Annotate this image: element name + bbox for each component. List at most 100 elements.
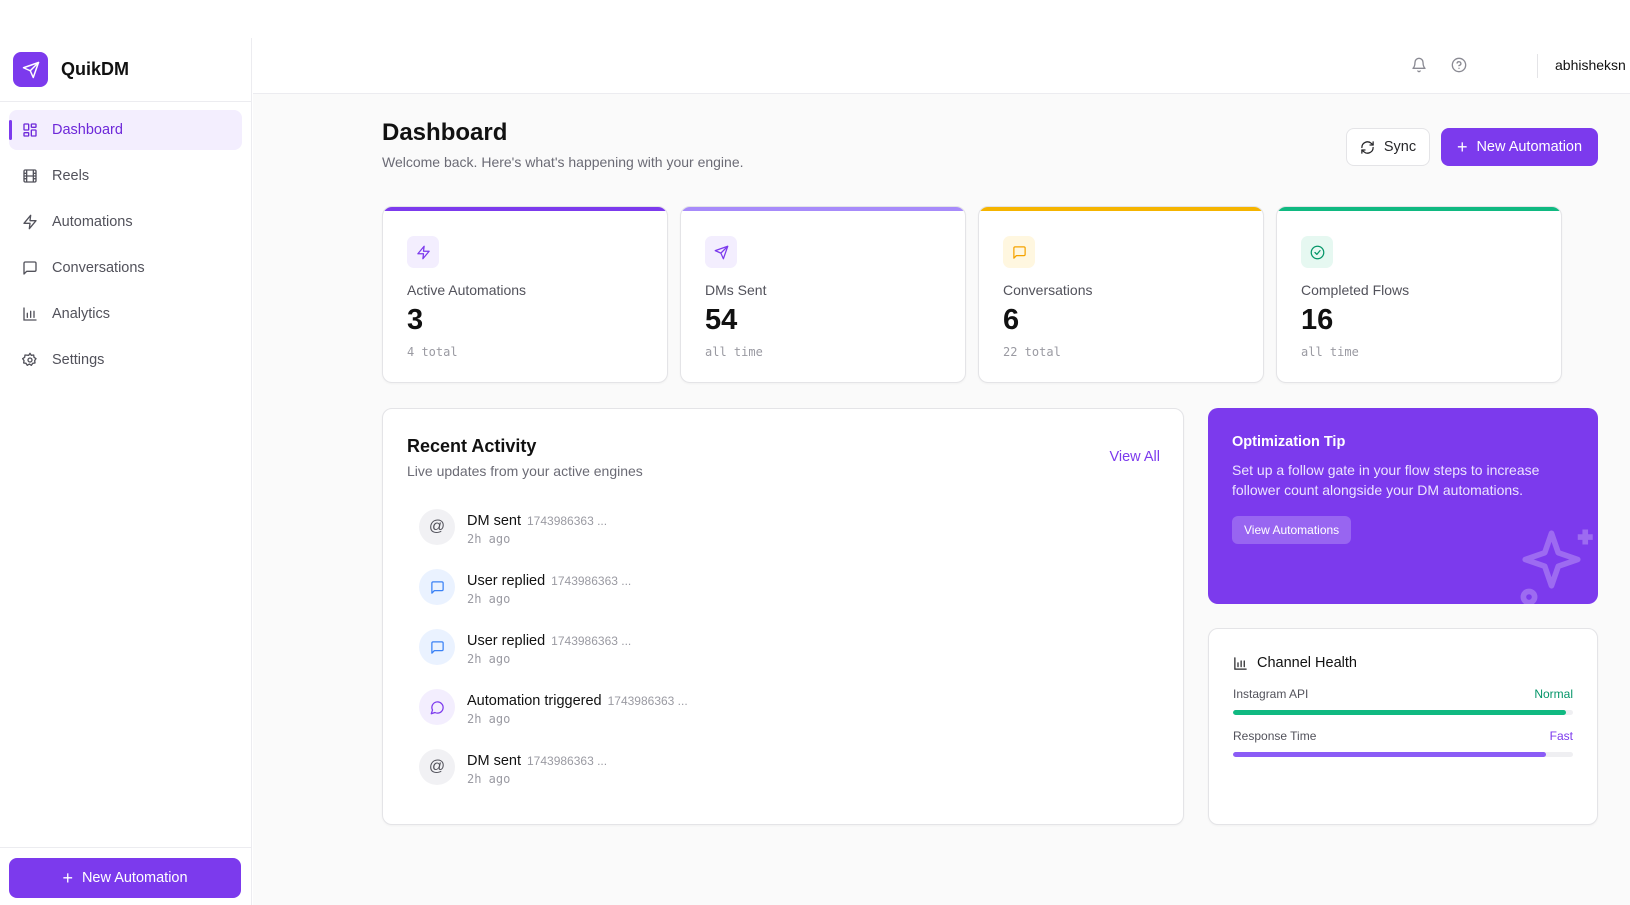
message-circle-icon	[419, 689, 455, 725]
view-all-link[interactable]: View All	[1109, 449, 1160, 465]
at-sign-icon: @	[419, 749, 455, 785]
activity-id: 1743986363 ...	[607, 694, 688, 708]
topbar: abhisheksn	[253, 38, 1630, 94]
gear-icon	[22, 352, 38, 368]
list-item[interactable]: User replied 1743986363 ... 2h ago	[419, 629, 1159, 689]
sidebar-item-settings[interactable]: Settings	[9, 340, 242, 380]
stat-value: 3	[407, 304, 424, 336]
sidebar-item-label: Conversations	[52, 260, 145, 276]
recent-activity-title: Recent Activity	[407, 436, 537, 456]
sidebar-footer: + New Automation	[0, 847, 251, 905]
view-automations-button[interactable]: View Automations	[1232, 516, 1352, 544]
metric-instagram-api: Instagram API Normal	[1233, 687, 1573, 715]
sidebar-item-label: Reels	[52, 168, 90, 184]
bell-icon[interactable]	[1411, 57, 1427, 73]
activity-time: 2h ago	[467, 592, 511, 606]
main-content: abhisheksn Dashboard Welcome back. Here'…	[253, 38, 1630, 905]
app-name: QuikDM	[61, 59, 130, 79]
activity-id: 1743986363 ...	[551, 634, 632, 648]
channel-health-card: Channel Health Instagram API Normal Resp…	[1208, 628, 1598, 825]
metric-label: Instagram API	[1233, 687, 1309, 701]
message-square-icon	[419, 629, 455, 665]
stat-card-completed-flows: Completed Flows 16 all time	[1276, 206, 1562, 383]
bar-chart-icon	[22, 306, 38, 322]
sidebar: QuikDM Dashboard Reels Automations Conve…	[0, 38, 252, 905]
metric-track	[1233, 752, 1573, 757]
message-square-icon	[419, 569, 455, 605]
new-automation-button[interactable]: + New Automation	[1441, 128, 1598, 166]
stat-value: 16	[1301, 304, 1334, 336]
page-subtitle: Welcome back. Here's what's happening wi…	[382, 154, 744, 170]
check-circle-icon	[1301, 236, 1333, 268]
user-menu[interactable]: abhisheksn	[1555, 57, 1626, 73]
film-icon	[22, 168, 38, 184]
stat-card-accent	[681, 207, 965, 211]
sidebar-item-label: Settings	[52, 352, 105, 368]
sidebar-item-reels[interactable]: Reels	[9, 156, 242, 196]
metric-label: Response Time	[1233, 729, 1317, 743]
activity-id: 1743986363 ...	[527, 754, 608, 768]
plus-icon: +	[62, 868, 73, 888]
activity-time: 2h ago	[467, 532, 511, 546]
stat-subtext: all time	[705, 345, 763, 359]
activity-title: DM sent	[467, 753, 521, 769]
sidebar-item-label: Automations	[52, 214, 133, 230]
activity-id: 1743986363 ...	[551, 574, 632, 588]
button-label: Sync	[1383, 139, 1417, 155]
button-label: New Automation	[1476, 139, 1583, 155]
recent-activity-subtitle: Live updates from your active engines	[407, 463, 643, 479]
metric-track	[1233, 710, 1573, 715]
list-item[interactable]: Automation triggered 1743986363 ... 2h ag…	[419, 689, 1159, 749]
channel-health-header: Channel Health	[1233, 655, 1357, 671]
metric-fill	[1233, 752, 1546, 757]
stat-subtext: all time	[1301, 345, 1359, 359]
activity-title: User replied	[467, 633, 546, 649]
sidebar-item-analytics[interactable]: Analytics	[9, 294, 242, 334]
list-item[interactable]: User replied 1743986363 ... 2h ago	[419, 569, 1159, 629]
message-square-icon	[1003, 236, 1035, 268]
stat-card-accent	[383, 207, 667, 211]
recent-activity-card: Recent Activity Live updates from your a…	[382, 408, 1184, 825]
sidebar-nav: Dashboard Reels Automations Conversation…	[0, 102, 251, 380]
stat-label: Conversations	[1003, 282, 1093, 298]
metric-response-time: Response Time Fast	[1233, 729, 1573, 757]
stat-label: Active Automations	[407, 282, 527, 298]
sparkle-icon	[1520, 529, 1593, 604]
plus-icon: +	[1456, 137, 1468, 157]
sidebar-item-conversations[interactable]: Conversations	[9, 248, 242, 288]
activity-title: User replied	[467, 573, 546, 589]
activity-time: 2h ago	[467, 712, 511, 726]
lightning-icon	[22, 214, 38, 230]
lightning-icon	[407, 236, 439, 268]
stat-label: DMs Sent	[705, 282, 767, 298]
brand[interactable]: QuikDM	[0, 38, 251, 102]
bar-chart-icon	[1234, 656, 1247, 670]
help-circle-icon[interactable]	[1451, 57, 1467, 73]
metric-fill	[1233, 710, 1567, 715]
stat-card-dms-sent: DMs Sent 54 all time	[680, 206, 966, 383]
message-square-icon	[22, 260, 38, 276]
sidebar-item-dashboard[interactable]: Dashboard	[9, 110, 242, 150]
sidebar-item-automations[interactable]: Automations	[9, 202, 242, 242]
send-logo-icon	[13, 52, 48, 87]
activity-list: @ DM sent 1743986363 ... 2h ago User repl…	[419, 509, 1159, 809]
sidebar-new-automation-button[interactable]: + New Automation	[9, 858, 241, 898]
stat-subtext: 22 total	[1003, 345, 1061, 359]
refresh-icon	[1361, 140, 1374, 154]
stat-card-active-automations: Active Automations 3 4 total	[382, 206, 668, 383]
metric-status: Normal	[1534, 687, 1573, 701]
metric-status: Fast	[1549, 729, 1573, 743]
at-sign-icon: @	[419, 509, 455, 545]
list-item[interactable]: @ DM sent 1743986363 ... 2h ago	[419, 509, 1159, 569]
list-item[interactable]: @ DM sent 1743986363 ... 2h ago	[419, 749, 1159, 809]
stat-value: 6	[1003, 304, 1020, 336]
stat-card-accent	[1277, 207, 1561, 211]
page-title: Dashboard	[382, 119, 508, 146]
stat-subtext: 4 total	[407, 345, 458, 359]
tip-title: Optimization Tip	[1232, 434, 1346, 450]
stat-card-conversations: Conversations 6 22 total	[978, 206, 1264, 383]
sync-button[interactable]: Sync	[1346, 128, 1430, 166]
stat-value: 54	[705, 304, 738, 336]
tip-body: Set up a follow gate in your flow steps …	[1232, 462, 1540, 498]
activity-time: 2h ago	[467, 652, 511, 666]
